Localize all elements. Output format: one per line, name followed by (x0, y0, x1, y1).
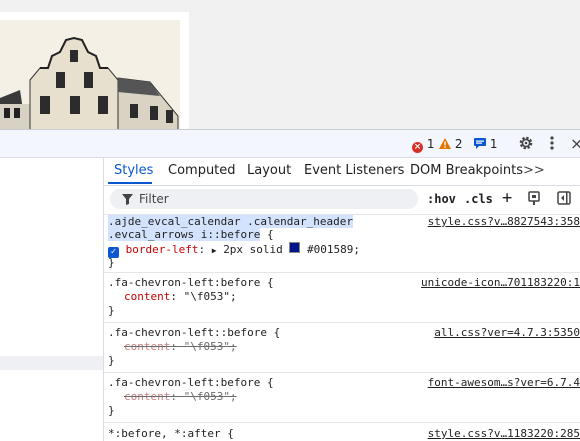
style-rule: *:before, *:after { style.css?v…1183220:… (104, 423, 580, 441)
rule-selector[interactable]: .fa-chevron-left:before { (108, 276, 274, 289)
style-rule: .fa-chevron-left::before { all.css?ver=4… (104, 323, 580, 373)
rule-close-brace: } (108, 256, 115, 269)
error-count[interactable]: × 1 (412, 137, 434, 153)
element-state-icon[interactable] (527, 191, 541, 208)
rule-selector[interactable]: .fa-chevron-left::before { (108, 326, 280, 339)
styles-toolbar: Filter :hov .cls + (104, 186, 580, 215)
message-icon (474, 138, 486, 149)
close-icon[interactable]: × (570, 134, 580, 153)
rule-source-link[interactable]: font-awesom…s?ver=6.7.4 (428, 376, 580, 389)
filter-input[interactable]: Filter (110, 189, 418, 209)
warning-icon (439, 138, 451, 149)
rule-close-brace: } (108, 404, 115, 417)
style-rule: .ajde_evcal_calendar .calendar_header .e… (104, 215, 580, 273)
message-count[interactable]: 1 (474, 137, 497, 151)
rule-selector[interactable]: *:before, *:after { (108, 427, 234, 440)
devtools-panel: × 1 2 1 × Styles Computed Layout Event L… (0, 129, 580, 441)
tab-styles[interactable]: Styles (114, 163, 153, 178)
rule-close-brace: } (108, 304, 115, 317)
active-tab-indicator (108, 182, 152, 184)
overridden-declaration[interactable]: content: "\f053"; (124, 340, 237, 353)
style-rules-list: .ajde_evcal_calendar .calendar_header .e… (104, 215, 580, 441)
sidebar-tabs: Styles Computed Layout Event Listeners D… (104, 158, 580, 186)
cls-toggle[interactable]: .cls (464, 192, 493, 206)
page-preview (0, 0, 580, 130)
rule-selector-cont[interactable]: .evcal_arrows i::before { (108, 228, 274, 241)
rule-selector[interactable]: .fa-chevron-left:before { (108, 376, 274, 389)
style-rule: .fa-chevron-left:before { font-awesom…s?… (104, 373, 580, 423)
rule-close-brace: } (108, 354, 115, 367)
rule-selector[interactable]: .ajde_evcal_calendar .calendar_header (108, 215, 354, 228)
rule-source-link[interactable]: unicode-icon…701183220:1 (421, 276, 580, 289)
filter-funnel-icon (122, 194, 133, 205)
rule-source-link[interactable]: all.css?ver=4.7.3:5350 (434, 326, 580, 339)
tabs-overflow-chevron-icon[interactable]: >> (523, 163, 545, 178)
style-rule: .fa-chevron-left:before { unicode-icon…7… (104, 273, 580, 323)
tab-layout[interactable]: Layout (247, 163, 291, 178)
overridden-declaration[interactable]: content: "\f053"; (124, 390, 237, 403)
new-style-rule-plus-icon[interactable]: + (502, 188, 512, 208)
elements-tree-pane (0, 158, 104, 441)
error-icon: × (412, 142, 423, 153)
devtools-status-bar: × 1 2 1 × (0, 130, 580, 158)
declaration[interactable]: content: "\f053"; (124, 290, 237, 303)
more-options-icon[interactable] (549, 135, 555, 154)
tab-computed[interactable]: Computed (168, 163, 236, 178)
toggle-sidebar-icon[interactable] (557, 191, 571, 208)
tab-dom-breakpoints[interactable]: DOM Breakpoints (410, 163, 523, 178)
hov-toggle[interactable]: :hov (427, 192, 456, 206)
rule-source-link[interactable]: style.css?v…8827543:358 (428, 215, 580, 228)
tab-event-listeners[interactable]: Event Listeners (304, 163, 404, 178)
building-photo (0, 20, 180, 130)
color-swatch[interactable] (289, 242, 301, 253)
warning-count[interactable]: 2 (439, 137, 462, 151)
declaration[interactable]: ✓ border-left: ▶ 2px solid #001589; (108, 242, 360, 258)
expand-triangle-icon[interactable]: ▶ (212, 246, 217, 255)
selected-tree-row[interactable] (0, 356, 103, 370)
rule-source-link[interactable]: style.css?v…1183220:285 (428, 427, 580, 440)
filter-placeholder: Filter (139, 192, 169, 206)
settings-gear-icon[interactable] (518, 135, 534, 154)
